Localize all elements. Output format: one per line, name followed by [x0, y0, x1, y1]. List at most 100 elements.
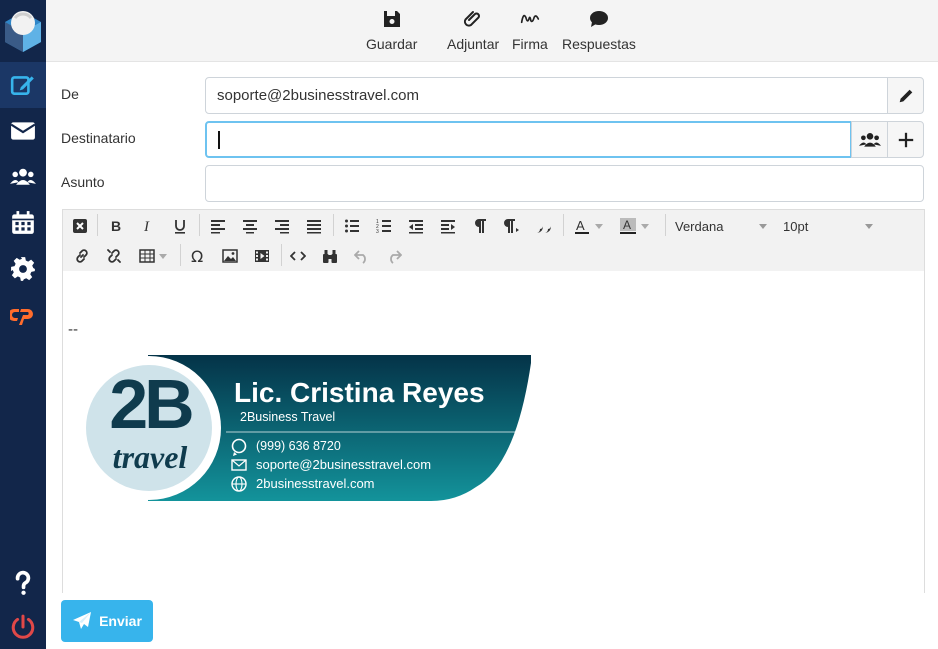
gear-icon	[11, 257, 35, 281]
find-replace-button[interactable]	[317, 244, 343, 268]
contacts-icon	[10, 168, 36, 185]
align-right-icon	[275, 220, 289, 234]
sidebar-item-cpanel[interactable]	[0, 292, 46, 338]
compose-toolbar: Guardar Adjuntar Firma Respuestas	[46, 0, 938, 62]
ltr-button[interactable]	[467, 214, 493, 238]
svg-text:A: A	[576, 218, 585, 233]
font-family-select[interactable]: Verdana	[675, 215, 767, 237]
sidebar-item-compose[interactable]	[0, 62, 46, 108]
image-icon	[222, 249, 238, 263]
calendar-icon	[12, 211, 34, 234]
sidebar-item-calendar[interactable]	[0, 200, 46, 246]
pencil-icon	[899, 89, 912, 102]
text-caret	[218, 130, 220, 149]
sidebar-item-contacts[interactable]	[0, 154, 46, 200]
link-icon	[76, 249, 88, 263]
plus-icon	[898, 132, 913, 147]
save-label: Guardar	[366, 36, 418, 52]
to-label: Destinatario	[61, 130, 136, 146]
sidebar-item-mail[interactable]	[0, 108, 46, 154]
from-field[interactable]: soporte@2businesstravel.com	[205, 77, 888, 114]
add-header-button[interactable]	[887, 121, 924, 158]
code-icon	[290, 251, 306, 261]
contacts-icon	[858, 132, 881, 147]
save-button[interactable]: Guardar	[366, 9, 417, 57]
chevron-down-icon	[759, 223, 767, 229]
chevron-down-icon	[595, 223, 603, 229]
sidebar-item-logout[interactable]	[0, 604, 46, 649]
send-button[interactable]: Enviar	[61, 600, 153, 642]
omega-icon: Ω	[191, 248, 203, 264]
message-body-editor[interactable]: -- 2B travel Lic. Cristina Reyes 2Busine…	[62, 271, 925, 593]
background-color-button[interactable]: A	[615, 214, 657, 238]
edit-identity-button[interactable]	[887, 77, 924, 114]
insert-link-button[interactable]	[69, 244, 95, 268]
insert-image-button[interactable]	[217, 244, 243, 268]
to-field[interactable]	[205, 121, 852, 158]
signature-icon	[520, 14, 540, 24]
indent-button[interactable]	[435, 214, 461, 238]
save-icon	[383, 11, 400, 27]
svg-text:B: B	[111, 218, 121, 234]
subject-field[interactable]	[205, 165, 924, 202]
svg-text:A: A	[623, 218, 631, 232]
compose-icon	[10, 76, 34, 95]
font-size-select[interactable]: 10pt	[783, 215, 873, 237]
align-right-button[interactable]	[269, 214, 295, 238]
signature-card: 2B travel Lic. Cristina Reyes 2Business …	[76, 355, 532, 503]
redo-icon	[390, 250, 402, 264]
align-left-button[interactable]	[205, 214, 231, 238]
rtl-button[interactable]	[499, 214, 525, 238]
outdent-icon	[409, 220, 423, 234]
signature-website: 2businesstravel.com	[256, 476, 375, 491]
comment-icon	[589, 11, 608, 27]
remove-link-button[interactable]	[101, 244, 127, 268]
numbered-list-icon: 123	[376, 219, 391, 234]
from-label: De	[61, 86, 79, 102]
bullet-list-button[interactable]	[339, 214, 365, 238]
unlink-icon	[107, 249, 121, 263]
signature-company: 2Business Travel	[240, 410, 336, 424]
sidebar-item-help[interactable]	[0, 560, 46, 606]
editor-toolbar-row-2: Ω	[63, 240, 924, 270]
underline-icon	[175, 220, 185, 234]
media-icon	[255, 250, 269, 262]
signature-button[interactable]: Firma	[512, 9, 548, 57]
redo-button[interactable]	[381, 244, 407, 268]
special-char-button[interactable]: Ω	[185, 244, 211, 268]
add-contact-button[interactable]	[851, 121, 888, 158]
app-logo[interactable]	[3, 8, 43, 52]
numbered-list-button[interactable]: 123	[371, 214, 397, 238]
justify-button[interactable]	[301, 214, 327, 238]
align-left-icon	[211, 220, 225, 234]
insert-table-button[interactable]	[135, 244, 175, 268]
bold-button[interactable]: B	[103, 214, 129, 238]
align-center-icon	[243, 220, 257, 234]
align-center-button[interactable]	[237, 214, 263, 238]
send-label: Enviar	[99, 613, 142, 629]
quote-icon	[537, 223, 551, 233]
subject-label: Asunto	[61, 174, 105, 190]
signature-phone: (999) 636 8720	[256, 439, 341, 453]
signature-email: soporte@2businesstravel.com	[256, 457, 432, 472]
paragraph-rtl-icon	[504, 219, 519, 233]
underline-button[interactable]	[167, 214, 193, 238]
from-value: soporte@2businesstravel.com	[217, 87, 419, 104]
responses-button[interactable]: Respuestas	[562, 9, 636, 57]
italic-button[interactable]: I	[135, 214, 161, 238]
font-family-value: Verdana	[675, 218, 724, 234]
blockquote-button[interactable]	[531, 214, 557, 238]
help-icon	[15, 570, 31, 595]
undo-button[interactable]	[349, 244, 375, 268]
source-code-button[interactable]	[285, 244, 311, 268]
clear-format-button[interactable]	[67, 214, 93, 238]
signature-logo-sub: travel	[112, 439, 188, 475]
text-color-button[interactable]: A	[569, 214, 609, 238]
paper-plane-icon	[73, 612, 92, 629]
signature-separator: --	[68, 322, 79, 338]
insert-media-button[interactable]	[249, 244, 275, 268]
sidebar-item-settings[interactable]	[0, 246, 46, 292]
outdent-button[interactable]	[403, 214, 429, 238]
attach-button[interactable]: Adjuntar	[447, 9, 499, 57]
bold-icon: B	[111, 218, 121, 234]
